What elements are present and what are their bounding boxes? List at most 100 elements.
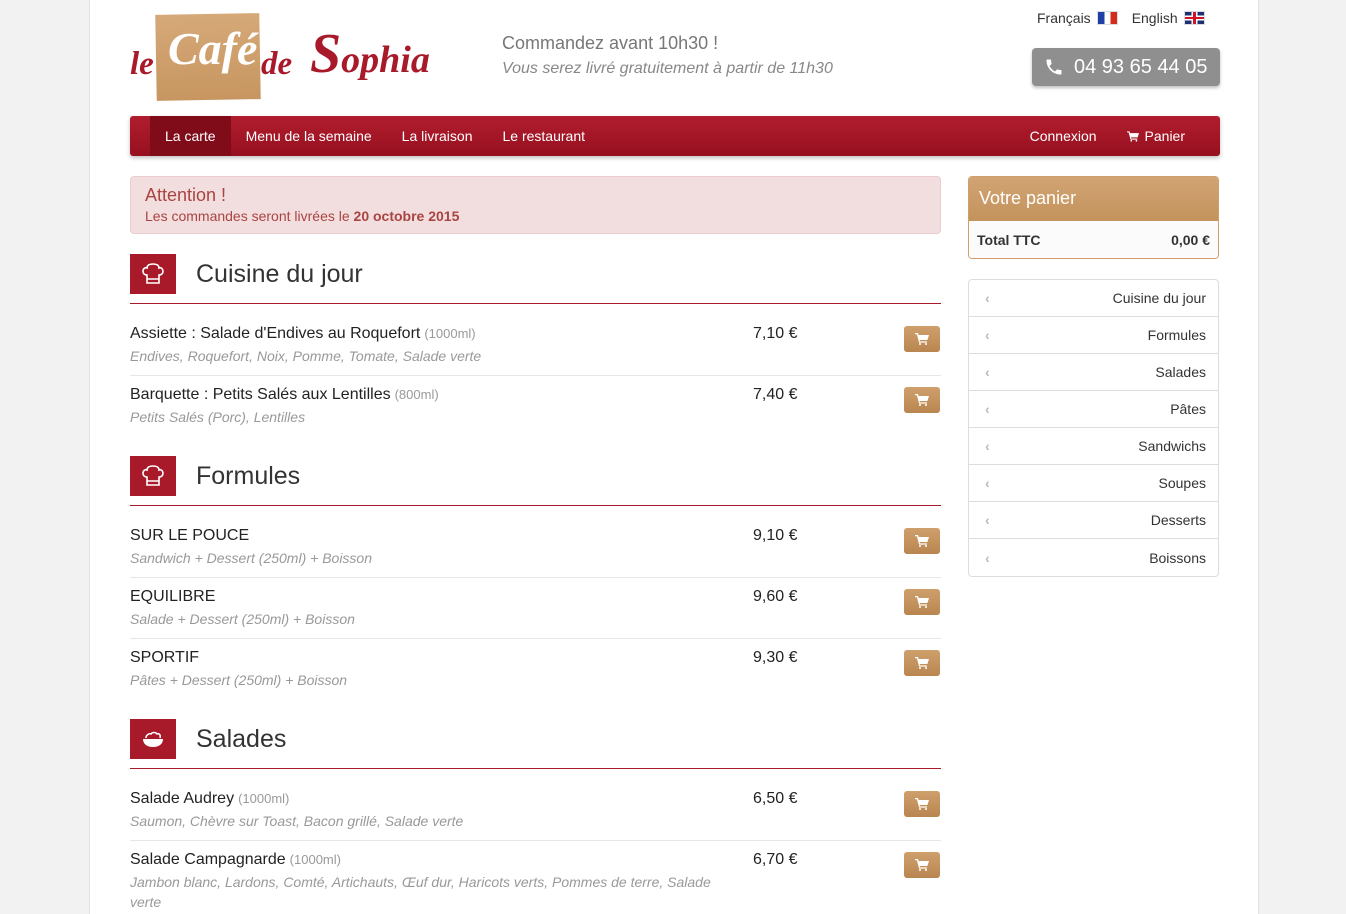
item-name: Assiette : Salade d'Endives au Roquefort… xyxy=(130,325,476,343)
item-name-text: Salade Campagnarde xyxy=(130,851,286,868)
add-to-cart-button[interactable] xyxy=(904,326,940,352)
category-boissons[interactable]: ‹ Boissons xyxy=(969,539,1218,576)
cart-icon xyxy=(915,333,929,345)
logo-de: de xyxy=(261,46,293,82)
add-to-cart-button[interactable] xyxy=(904,387,940,413)
item-name: Salade Audrey (1000ml) xyxy=(130,790,289,808)
chevron-left-icon: ‹ xyxy=(985,475,990,491)
category-formules[interactable]: ‹ Formules xyxy=(969,317,1218,354)
section-cuisine-du-jour: Cuisine du jour xyxy=(130,254,941,304)
category-cuisine-du-jour[interactable]: ‹ Cuisine du jour xyxy=(969,280,1218,317)
category-label: Salades xyxy=(1155,364,1206,380)
logo-cafe: Café xyxy=(168,23,258,74)
lang-french-label: Français xyxy=(1037,10,1091,26)
category-soupes[interactable]: ‹ Soupes xyxy=(969,465,1218,502)
category-sandwichs[interactable]: ‹ Sandwichs xyxy=(969,428,1218,465)
menu-item: SUR LE POUCE Sandwich + Dessert (250ml) … xyxy=(130,517,941,578)
phone-button[interactable]: 04 93 65 44 05 xyxy=(1032,48,1220,86)
item-name: SUR LE POUCE xyxy=(130,527,249,545)
item-price: 7,10 € xyxy=(753,325,798,342)
cart-panel-title: Votre panier xyxy=(969,177,1218,221)
menu-item: EQUILIBRE Salade + Dessert (250ml) + Boi… xyxy=(130,578,941,639)
category-salades[interactable]: ‹ Salades xyxy=(969,354,1218,391)
chef-hat-icon xyxy=(130,254,176,294)
nav-cart-label: Panier xyxy=(1144,128,1185,144)
cart-icon xyxy=(915,535,929,547)
menu-item: Barquette : Petits Salés aux Lentilles (8… xyxy=(130,376,941,437)
nav-login[interactable]: Connexion xyxy=(1015,116,1112,156)
section-title: Salades xyxy=(196,725,287,753)
category-label: Pâtes xyxy=(1170,401,1206,417)
category-pates[interactable]: ‹ Pâtes xyxy=(969,391,1218,428)
item-size: (1000ml) xyxy=(289,852,341,867)
add-to-cart-button[interactable] xyxy=(904,852,940,878)
menu-item: SPORTIF Pâtes + Dessert (250ml) + Boisso… xyxy=(130,639,941,700)
add-to-cart-button[interactable] xyxy=(904,791,940,817)
lang-english[interactable]: English xyxy=(1132,10,1205,26)
logo-le: le xyxy=(130,46,154,82)
item-description: Endives, Roquefort, Noix, Pomme, Tomate,… xyxy=(130,348,482,364)
category-desserts[interactable]: ‹ Desserts xyxy=(969,502,1218,539)
alert-title: Attention ! xyxy=(145,185,227,205)
section-title: Cuisine du jour xyxy=(196,260,363,288)
flag-uk-icon xyxy=(1183,11,1205,25)
item-name-text: Assiette : Salade d'Endives au Roquefort xyxy=(130,325,421,342)
language-switcher: Français English xyxy=(1037,10,1205,26)
order-deadline: Commandez avant 10h30 ! xyxy=(502,33,719,53)
nav-la-carte[interactable]: La carte xyxy=(150,116,231,156)
flag-france-icon xyxy=(1096,11,1118,25)
chevron-left-icon: ‹ xyxy=(985,290,990,306)
salad-bowl-icon xyxy=(130,719,176,759)
add-to-cart-button[interactable] xyxy=(904,650,940,676)
category-list: ‹ Cuisine du jour ‹ Formules ‹ Salades ‹ Pât… xyxy=(968,279,1219,577)
chef-hat-icon xyxy=(130,456,176,496)
section-salades: Salades xyxy=(130,719,941,769)
add-to-cart-button[interactable] xyxy=(904,528,940,554)
item-name: Barquette : Petits Salés aux Lentilles (8… xyxy=(130,386,439,404)
phone-number: 04 93 65 44 05 xyxy=(1074,55,1208,78)
nav-menu-semaine[interactable]: Menu de la semaine xyxy=(231,116,387,156)
item-size: (1000ml) xyxy=(238,791,290,806)
item-price: 6,50 € xyxy=(753,790,798,807)
category-label: Boissons xyxy=(1149,549,1206,566)
phone-icon xyxy=(1046,59,1062,75)
lang-french[interactable]: Français xyxy=(1037,10,1118,26)
item-name: EQUILIBRE xyxy=(130,588,215,606)
nav-cart[interactable]: Panier xyxy=(1112,116,1200,156)
chevron-left-icon: ‹ xyxy=(985,364,990,380)
cart-icon xyxy=(915,859,929,871)
cart-total-value: 0,00 € xyxy=(1171,232,1210,248)
cart-icon xyxy=(915,798,929,810)
cart-total-row: Total TTC 0,00 € xyxy=(969,221,1218,258)
add-to-cart-button[interactable] xyxy=(904,589,940,615)
item-description: Pâtes + Dessert (250ml) + Boisson xyxy=(130,672,348,688)
alert-text: Les commandes seront livrées le 20 octob… xyxy=(145,208,926,224)
item-size: (800ml) xyxy=(394,387,439,402)
section-formules: Formules xyxy=(130,456,941,506)
page: le Café de Sophia Commandez avant 10h30 … xyxy=(89,0,1259,914)
item-name-text: Barquette : Petits Salés aux Lentilles xyxy=(130,386,391,403)
item-description: Petits Salés (Porc), Lentilles xyxy=(130,409,306,425)
item-name: Salade Campagnarde (1000ml) xyxy=(130,851,341,869)
logo-sophia-initial: S xyxy=(310,23,342,85)
cart-icon xyxy=(1126,130,1139,142)
nav-livraison[interactable]: La livraison xyxy=(387,116,488,156)
cart-icon xyxy=(915,394,929,406)
cart-panel: Votre panier Total TTC 0,00 € xyxy=(968,176,1219,259)
item-price: 7,40 € xyxy=(753,386,798,403)
delivery-info: Vous serez livré gratuitement à partir d… xyxy=(502,60,833,77)
section-title: Formules xyxy=(196,462,301,490)
item-name-text: SPORTIF xyxy=(130,649,200,666)
item-name-text: Salade Audrey xyxy=(130,790,235,807)
item-price: 9,60 € xyxy=(753,588,798,605)
alert-date: 20 octobre 2015 xyxy=(353,208,460,224)
category-label: Cuisine du jour xyxy=(1112,290,1206,306)
nav-restaurant[interactable]: Le restaurant xyxy=(488,116,601,156)
category-label: Soupes xyxy=(1158,475,1206,491)
item-description: Saumon, Chèvre sur Toast, Bacon grillé, … xyxy=(130,813,464,829)
chevron-left-icon: ‹ xyxy=(985,512,990,528)
site-logo[interactable]: le Café de Sophia xyxy=(130,12,430,102)
item-price: 6,70 € xyxy=(753,851,798,868)
chevron-left-icon: ‹ xyxy=(985,438,990,454)
logo-sophia-rest: ophia xyxy=(341,39,430,81)
